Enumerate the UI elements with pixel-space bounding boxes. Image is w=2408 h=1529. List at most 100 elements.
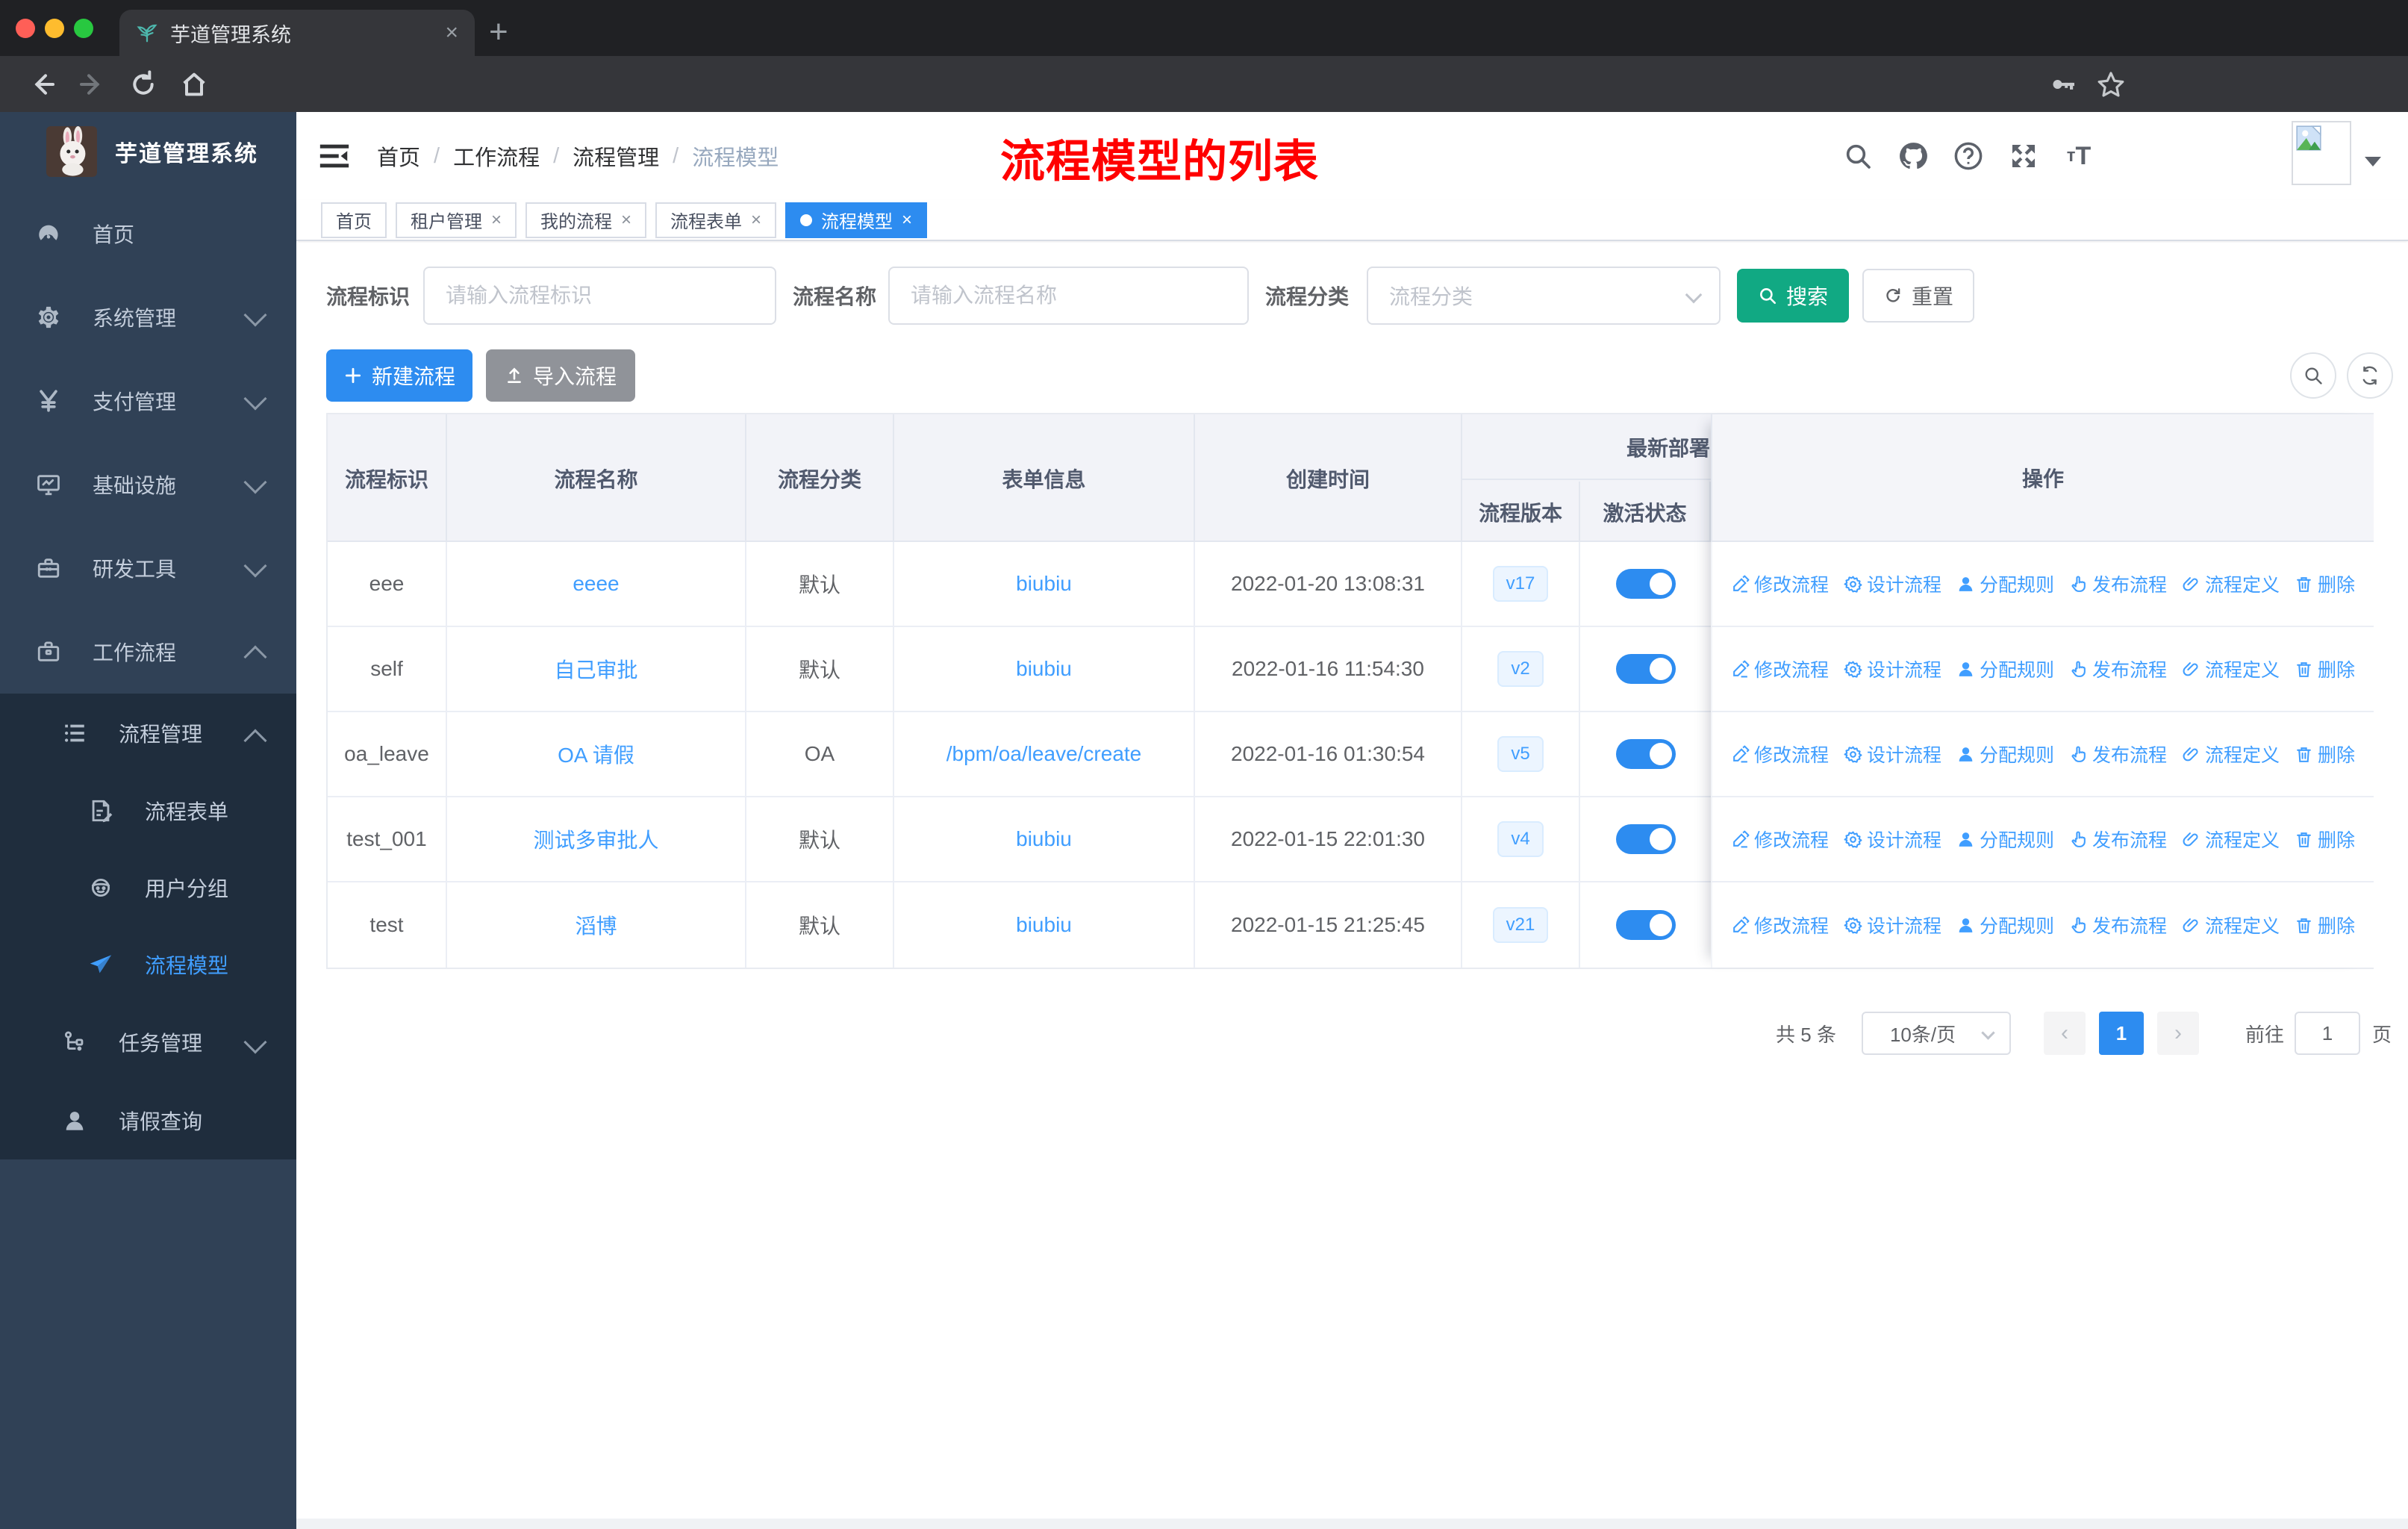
browser-tab[interactable]: 芋道管理系统 × [119, 10, 475, 56]
version-badge[interactable]: v17 [1492, 566, 1549, 602]
version-badge[interactable]: v2 [1497, 651, 1544, 687]
form-info-link[interactable]: biubiu [1016, 572, 1072, 596]
version-badge[interactable]: v21 [1492, 907, 1549, 943]
filter-category-select[interactable]: 流程分类 [1367, 267, 1721, 325]
home-icon[interactable] [173, 56, 215, 112]
back-icon[interactable] [21, 56, 63, 112]
next-page-button[interactable]: › [2156, 1012, 2199, 1055]
process-name-link[interactable]: 滔博 [575, 910, 617, 940]
sidebar-item-5[interactable]: 工作流程 [0, 610, 296, 694]
form-info-link[interactable]: biubiu [1016, 913, 1072, 937]
sidebar-item-1[interactable]: 系统管理 [0, 275, 296, 359]
tag-2[interactable]: 我的流程 × [525, 202, 647, 238]
sidebar-item-10[interactable]: 任务管理 [0, 1003, 296, 1081]
search-button[interactable]: 搜索 [1737, 269, 1850, 323]
table-refresh-button[interactable] [2347, 352, 2393, 399]
version-badge[interactable]: v5 [1497, 736, 1544, 772]
tag-0[interactable]: 首页 [321, 202, 387, 238]
sidebar-item-7[interactable]: 流程表单 [0, 772, 296, 849]
sidebar-item-2[interactable]: 支付管理 [0, 359, 296, 443]
action-definition-clip-link[interactable]: 流程定义 [2182, 655, 2280, 682]
action-assign-user-link[interactable]: 分配规则 [1956, 826, 2054, 853]
action-definition-clip-link[interactable]: 流程定义 [2182, 912, 2280, 938]
action-publish-hand-link[interactable]: 发布流程 [2069, 655, 2167, 682]
action-definition-clip-link[interactable]: 流程定义 [2182, 741, 2280, 767]
action-design-gear-link[interactable]: 设计流程 [1844, 741, 1941, 767]
user-avatar[interactable] [2292, 121, 2351, 185]
tab-close-icon[interactable]: × [445, 20, 458, 46]
action-assign-user-link[interactable]: 分配规则 [1956, 741, 2054, 767]
action-design-gear-link[interactable]: 设计流程 [1844, 912, 1941, 938]
window-controls[interactable] [16, 19, 93, 38]
search-icon[interactable] [1842, 140, 1874, 172]
action-assign-user-link[interactable]: 分配规则 [1956, 912, 2054, 938]
tag-1[interactable]: 租户管理 × [396, 202, 517, 238]
new-tab-button[interactable]: + [489, 13, 508, 51]
page-size-select[interactable]: 10条/页 [1861, 1012, 2011, 1055]
action-trash-link[interactable]: 删除 [2295, 826, 2355, 853]
action-publish-hand-link[interactable]: 发布流程 [2069, 570, 2167, 597]
sidebar-item-8[interactable]: 用户分组 [0, 849, 296, 926]
help-icon[interactable] [1953, 140, 1984, 172]
active-toggle[interactable] [1615, 739, 1676, 769]
sidebar-item-11[interactable]: 请假查询 [0, 1081, 296, 1159]
tag-3[interactable]: 流程表单 × [655, 202, 777, 238]
action-assign-user-link[interactable]: 分配规则 [1956, 655, 2054, 682]
active-toggle[interactable] [1615, 910, 1676, 940]
breadcrumb-process-mgmt[interactable]: 流程管理 [573, 140, 659, 172]
action-publish-hand-link[interactable]: 发布流程 [2069, 826, 2167, 853]
import-process-button[interactable]: 导入流程 [486, 349, 635, 402]
breadcrumb-home[interactable]: 首页 [377, 140, 420, 172]
active-toggle[interactable] [1615, 824, 1676, 854]
window-zoom-button[interactable] [74, 19, 93, 38]
action-design-gear-link[interactable]: 设计流程 [1844, 826, 1941, 853]
action-definition-clip-link[interactable]: 流程定义 [2182, 826, 2280, 853]
process-name-link[interactable]: 自己审批 [554, 654, 637, 684]
forward-icon[interactable] [72, 56, 113, 112]
goto-page-input[interactable] [2294, 1012, 2360, 1055]
sidebar-item-3[interactable]: 基础设施 [0, 443, 296, 526]
tag-close-icon[interactable]: × [902, 210, 912, 231]
prev-page-button[interactable]: ‹ [2043, 1012, 2086, 1055]
action-edit-link[interactable]: 修改流程 [1731, 741, 1829, 767]
avatar-caret-icon[interactable] [2365, 157, 2381, 166]
filter-name-input[interactable] [888, 267, 1250, 325]
action-assign-user-link[interactable]: 分配规则 [1956, 570, 2054, 597]
sidebar-item-0[interactable]: 首页 [0, 192, 296, 275]
action-publish-hand-link[interactable]: 发布流程 [2069, 912, 2167, 938]
active-toggle[interactable] [1615, 569, 1676, 599]
filter-key-input[interactable] [423, 267, 777, 325]
fullscreen-icon[interactable] [2008, 140, 2039, 172]
tag-close-icon[interactable]: × [491, 210, 502, 231]
collapse-sidebar-icon[interactable] [317, 139, 352, 173]
process-name-link[interactable]: 测试多审批人 [533, 824, 658, 854]
sidebar-item-4[interactable]: 研发工具 [0, 526, 296, 610]
tag-4[interactable]: 流程模型 × [785, 202, 928, 238]
action-trash-link[interactable]: 删除 [2295, 741, 2355, 767]
action-trash-link[interactable]: 删除 [2295, 912, 2355, 938]
current-page-button[interactable]: 1 [2098, 1012, 2144, 1055]
window-close-button[interactable] [16, 19, 35, 38]
form-info-link[interactable]: biubiu [1016, 827, 1072, 851]
reset-button[interactable]: 重置 [1862, 269, 1975, 323]
version-badge[interactable]: v4 [1497, 821, 1544, 857]
action-trash-link[interactable]: 删除 [2295, 655, 2355, 682]
font-size-icon[interactable]: тT [2063, 140, 2094, 172]
github-icon[interactable] [1897, 140, 1929, 172]
action-edit-link[interactable]: 修改流程 [1731, 655, 1829, 682]
action-publish-hand-link[interactable]: 发布流程 [2069, 741, 2167, 767]
action-design-gear-link[interactable]: 设计流程 [1844, 570, 1941, 597]
action-design-gear-link[interactable]: 设计流程 [1844, 655, 1941, 682]
tag-close-icon[interactable]: × [751, 210, 761, 231]
tag-close-icon[interactable]: × [621, 210, 631, 231]
key-icon[interactable] [2042, 56, 2084, 112]
sidebar-item-9[interactable]: 流程模型 [0, 926, 296, 1003]
sidebar-logo[interactable]: 芋道管理系统 [0, 112, 296, 190]
action-edit-link[interactable]: 修改流程 [1731, 826, 1829, 853]
create-process-button[interactable]: 新建流程 [326, 349, 472, 402]
reload-icon[interactable] [122, 56, 164, 112]
form-info-link[interactable]: biubiu [1016, 657, 1072, 681]
form-info-link[interactable]: /bpm/oa/leave/create [946, 742, 1142, 766]
bookmark-star-icon[interactable] [2090, 56, 2132, 112]
process-name-link[interactable]: eeee [573, 572, 619, 596]
